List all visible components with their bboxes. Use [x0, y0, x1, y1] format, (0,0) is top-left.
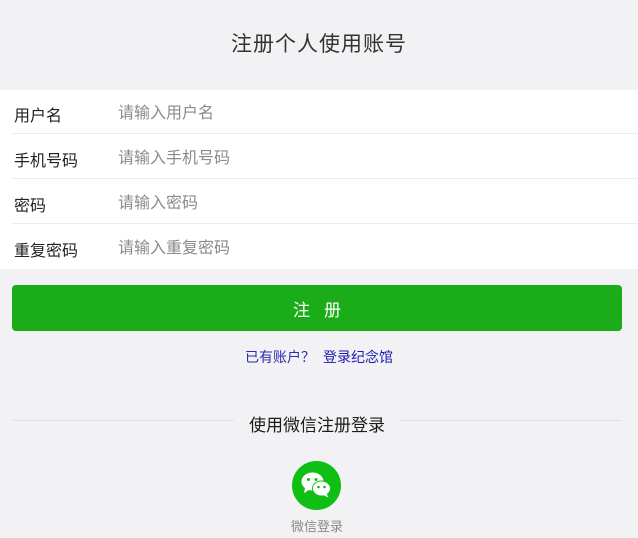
repeat-password-input[interactable]: [118, 233, 618, 261]
divider: [12, 178, 638, 179]
password-input[interactable]: [118, 188, 618, 216]
divider: [12, 133, 638, 134]
login-prompt-text: 已有账户？: [245, 350, 315, 366]
password-label: 密码: [14, 196, 47, 215]
repeat-password-row: 重复密码: [0, 225, 638, 269]
username-input[interactable]: [118, 98, 618, 126]
login-link[interactable]: 登录纪念馆: [323, 350, 393, 366]
wechat-icon: [301, 472, 331, 498]
phone-row: 手机号码: [0, 135, 638, 179]
username-label: 用户名: [14, 106, 63, 125]
password-row: 密码: [0, 180, 638, 224]
login-prompt-line: 已有账户？ 登录纪念馆: [0, 347, 638, 367]
register-button[interactable]: 注册: [12, 285, 622, 331]
repeat-password-label: 重复密码: [14, 241, 79, 260]
social-divider-text: 使用微信注册登录: [249, 416, 385, 436]
wechat-login-label: 微信登录: [290, 520, 343, 535]
register-form: 用户名 手机号码 密码 重复密码: [0, 90, 638, 269]
username-row: 用户名: [0, 90, 638, 134]
divider-line-right: [400, 420, 622, 421]
register-page: 注册个人使用账号 用户名 手机号码 密码 重复密码 注册 已有账户？登录纪念馆 …: [0, 0, 638, 538]
phone-input[interactable]: [118, 143, 618, 171]
phone-label: 手机号码: [14, 151, 79, 170]
divider: [12, 223, 638, 224]
page-title: 注册个人使用账号: [231, 32, 407, 56]
social-divider: 使用微信注册登录: [12, 410, 622, 436]
wechat-login-button[interactable]: [292, 461, 341, 510]
